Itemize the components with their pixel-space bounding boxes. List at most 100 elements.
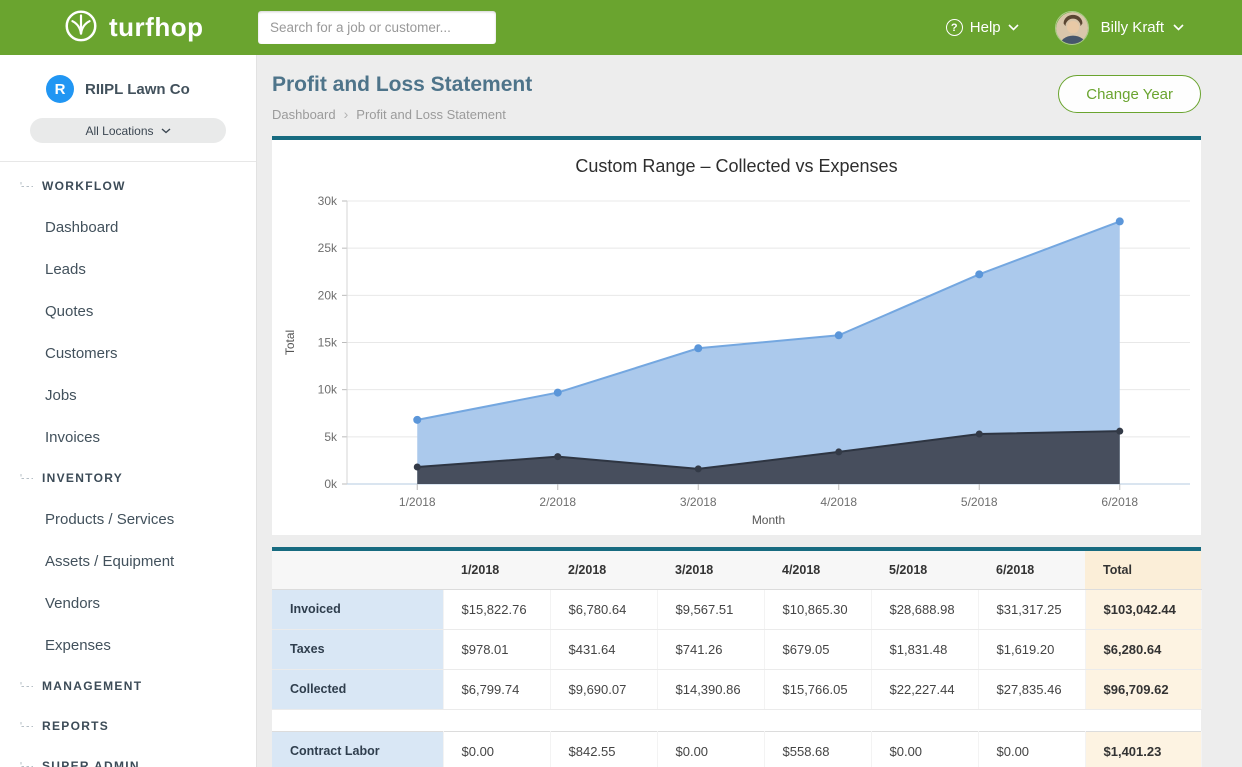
sidebar: R RIIPL Lawn Co All Locations WORKFLOW Da…: [0, 55, 257, 767]
chart-card: Custom Range – Collected vs Expenses 0k 5…: [272, 136, 1201, 535]
breadcrumb-dashboard[interactable]: Dashboard: [272, 107, 336, 122]
sidebar-item-vendors[interactable]: Vendors: [0, 582, 256, 624]
sidebar-item-assets-equipment[interactable]: Assets / Equipment: [0, 540, 256, 582]
turfhop-logo-icon: [62, 6, 100, 49]
svg-text:Month: Month: [752, 513, 785, 527]
collected-vs-expenses-chart: 0k5k10k15k20k25k30k1/20182/20183/20184/2…: [272, 182, 1201, 527]
table-cell: $1,619.20: [978, 629, 1085, 669]
svg-text:5/2018: 5/2018: [961, 495, 998, 509]
row-label: Contract Labor: [272, 731, 443, 767]
table-cell: $6,799.74: [443, 669, 550, 709]
row-total: $6,280.64: [1085, 629, 1201, 669]
help-menu[interactable]: ? Help: [946, 19, 1019, 36]
table-cell: $0.00: [871, 731, 978, 767]
corner-header: [272, 551, 443, 589]
column-header-total: Total: [1085, 551, 1201, 589]
svg-text:0k: 0k: [324, 477, 338, 491]
search-input[interactable]: [258, 11, 496, 44]
table-cell: $679.05: [764, 629, 871, 669]
svg-text:4/2018: 4/2018: [820, 495, 857, 509]
table-cell: $28,688.98: [871, 589, 978, 629]
help-label: Help: [970, 19, 1001, 36]
topbar-right: ? Help Billy Kraft: [946, 0, 1184, 55]
sidebar-section-management[interactable]: MANAGEMENT: [0, 666, 256, 706]
column-header-3-2018: 3/2018: [657, 551, 764, 589]
branch-icon: [20, 182, 34, 191]
row-label: Collected: [272, 669, 443, 709]
column-header-1-2018: 1/2018: [443, 551, 550, 589]
avatar[interactable]: [1055, 11, 1089, 45]
table-cell: $0.00: [657, 731, 764, 767]
table-cell: $14,390.86: [657, 669, 764, 709]
help-icon: ?: [946, 19, 963, 36]
table-cell: $842.55: [550, 731, 657, 767]
branch-icon: [20, 682, 34, 691]
table-cell: $9,567.51: [657, 589, 764, 629]
sidebar-item-quotes[interactable]: Quotes: [0, 290, 256, 332]
sidebar-item-products-services[interactable]: Products / Services: [0, 498, 256, 540]
sidebar-item-dashboard[interactable]: Dashboard: [0, 206, 256, 248]
row-label: Invoiced: [272, 589, 443, 629]
brand-logo[interactable]: turfhop: [62, 6, 203, 49]
table-cell: $22,227.44: [871, 669, 978, 709]
sidebar-item-jobs[interactable]: Jobs: [0, 374, 256, 416]
company-name: RIIPL Lawn Co: [85, 81, 190, 98]
sidebar-section-workflow[interactable]: WORKFLOW: [0, 166, 256, 206]
section-label: SUPER ADMIN: [42, 759, 140, 767]
chart-title: Custom Range – Collected vs Expenses: [272, 140, 1201, 182]
svg-text:30k: 30k: [318, 194, 338, 208]
sidebar-item-customers[interactable]: Customers: [0, 332, 256, 374]
chevron-down-icon: [1173, 24, 1184, 31]
table-cell: $15,822.76: [443, 589, 550, 629]
sidebar-item-leads[interactable]: Leads: [0, 248, 256, 290]
topbar: turfhop ? Help Billy Kraft: [0, 0, 1242, 55]
svg-text:25k: 25k: [318, 241, 338, 255]
sidebar-item-expenses[interactable]: Expenses: [0, 624, 256, 666]
pl-table: 1/20182/20183/20184/20185/20186/2018Tota…: [272, 551, 1202, 767]
chevron-down-icon: [1008, 24, 1019, 31]
column-header-6-2018: 6/2018: [978, 551, 1085, 589]
sidebar-nav: WORKFLOW DashboardLeadsQuotesCustomersJob…: [0, 162, 256, 767]
sidebar-section-super-admin[interactable]: SUPER ADMIN: [0, 746, 256, 767]
table-cell: $0.00: [978, 731, 1085, 767]
table-row-invoiced: Invoiced$15,822.76$6,780.64$9,567.51$10,…: [272, 589, 1201, 629]
location-filter-label: All Locations: [85, 124, 153, 138]
table-row-taxes: Taxes$978.01$431.64$741.26$679.05$1,831.…: [272, 629, 1201, 669]
location-filter[interactable]: All Locations: [30, 118, 226, 143]
sidebar-item-invoices[interactable]: Invoices: [0, 416, 256, 458]
column-header-2-2018: 2/2018: [550, 551, 657, 589]
chevron-right-icon: ›: [344, 106, 349, 122]
svg-text:1/2018: 1/2018: [399, 495, 436, 509]
sidebar-section-reports[interactable]: REPORTS: [0, 706, 256, 746]
svg-text:2/2018: 2/2018: [539, 495, 576, 509]
table-cell: $741.26: [657, 629, 764, 669]
table-cell: $10,865.30: [764, 589, 871, 629]
section-label: WORKFLOW: [42, 179, 126, 193]
svg-text:Total: Total: [283, 330, 297, 355]
row-total: $103,042.44: [1085, 589, 1201, 629]
table-cell: $27,835.46: [978, 669, 1085, 709]
svg-text:10k: 10k: [318, 383, 338, 397]
breadcrumb-current: Profit and Loss Statement: [356, 107, 506, 122]
row-total: $1,401.23: [1085, 731, 1201, 767]
table-row-contract-labor: Contract Labor$0.00$842.55$0.00$558.68$0…: [272, 731, 1201, 767]
table-row-collected: Collected$6,799.74$9,690.07$14,390.86$15…: [272, 669, 1201, 709]
main-content: Profit and Loss Statement Dashboard › Pr…: [257, 55, 1242, 767]
branch-icon: [20, 762, 34, 767]
spacer-row: [272, 709, 1201, 731]
chevron-down-icon: [161, 128, 171, 134]
table-header-row: 1/20182/20183/20184/20185/20186/2018Tota…: [272, 551, 1201, 589]
company-header: R RIIPL Lawn Co: [0, 55, 256, 116]
user-menu[interactable]: Billy Kraft: [1101, 19, 1184, 36]
brand-name: turfhop: [109, 12, 203, 43]
branch-icon: [20, 474, 34, 483]
change-year-button[interactable]: Change Year: [1058, 75, 1201, 113]
company-badge: R: [46, 75, 74, 103]
table-cell: $0.00: [443, 731, 550, 767]
section-label: MANAGEMENT: [42, 679, 142, 693]
row-total: $96,709.62: [1085, 669, 1201, 709]
section-label: REPORTS: [42, 719, 109, 733]
sidebar-section-inventory[interactable]: INVENTORY: [0, 458, 256, 498]
svg-text:6/2018: 6/2018: [1101, 495, 1138, 509]
row-label: Taxes: [272, 629, 443, 669]
